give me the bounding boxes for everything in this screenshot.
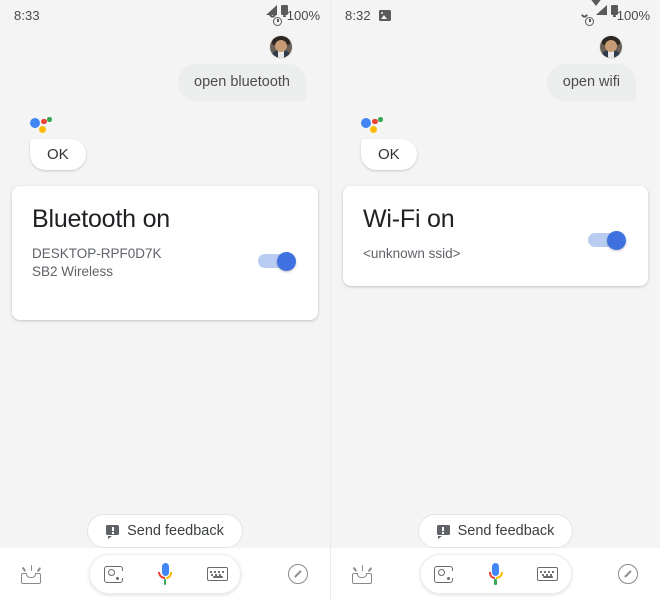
send-feedback-label: Send feedback xyxy=(127,523,224,539)
battery-percent-label: 100% xyxy=(616,7,650,23)
user-message-row: open bluetooth xyxy=(12,64,318,102)
bluetooth-toggle[interactable] xyxy=(258,252,296,272)
lens-icon xyxy=(103,565,124,583)
assistant-dots-icon xyxy=(30,117,60,137)
wifi-toggle[interactable] xyxy=(588,231,626,251)
compass-icon xyxy=(618,564,638,584)
avatar[interactable] xyxy=(600,36,622,58)
dual-screenshot-container: 8:33 100% open bluetooth OK Bluetooth on… xyxy=(0,0,660,600)
keyboard-icon xyxy=(537,567,558,581)
feedback-area: Send feedback xyxy=(0,514,330,548)
status-bar: 8:32 100% xyxy=(331,0,660,30)
mic-button[interactable] xyxy=(148,557,182,591)
image-icon xyxy=(378,9,391,21)
card-subtitle-line2: SB2 Wireless xyxy=(32,264,114,280)
avatar[interactable] xyxy=(270,36,292,58)
feedback-area: Send feedback xyxy=(331,514,660,548)
input-pill-container xyxy=(395,554,596,594)
status-right-icons: 100% xyxy=(265,4,320,26)
keyboard-button[interactable] xyxy=(531,557,565,591)
card-title: Bluetooth on xyxy=(32,205,170,234)
wifi-result-card[interactable]: Wi-Fi on <unknown ssid> xyxy=(343,186,648,287)
input-pill-container xyxy=(64,554,266,594)
assistant-input-pill xyxy=(89,554,241,594)
keyboard-button[interactable] xyxy=(200,557,234,591)
card-subtitle: DESKTOP-RPF0D7K SB2 Wireless xyxy=(32,245,232,281)
feedback-icon xyxy=(106,525,120,539)
conversation-area: open wifi OK xyxy=(331,30,660,171)
battery-percent-label: 100% xyxy=(286,7,320,23)
mic-icon xyxy=(157,563,173,585)
assistant-input-pill xyxy=(419,554,572,594)
mic-button[interactable] xyxy=(479,557,513,591)
status-clock: 8:33 xyxy=(14,7,40,23)
card-subtitle: <unknown ssid> xyxy=(363,245,563,263)
status-right-icons: 100% xyxy=(581,0,650,26)
send-feedback-button[interactable]: Send feedback xyxy=(417,514,574,548)
snapshot-button[interactable] xyxy=(0,564,64,584)
status-clock: 8:32 xyxy=(345,7,371,23)
bottom-nav-bar xyxy=(331,548,660,600)
phone-screen-wifi: 8:32 100% open wifi OK Wi-Fi on <unknown… xyxy=(330,0,660,600)
card-subtitle-line1: <unknown ssid> xyxy=(363,245,461,261)
avatar-row xyxy=(343,30,648,58)
assistant-reply-bubble: OK xyxy=(361,139,417,171)
assistant-reply-bubble: OK xyxy=(30,139,86,171)
conversation-area: open bluetooth OK xyxy=(0,30,330,171)
feedback-icon xyxy=(436,525,450,539)
assistant-reply-row: OK xyxy=(30,139,318,171)
snapshot-icon xyxy=(21,564,43,584)
status-left-icons xyxy=(378,9,391,21)
keyboard-icon xyxy=(206,567,228,581)
assistant-dots-icon xyxy=(361,117,391,137)
explore-button[interactable] xyxy=(266,564,330,584)
avatar-row xyxy=(12,30,318,58)
lens-button[interactable] xyxy=(96,557,130,591)
snapshot-icon xyxy=(352,564,374,584)
explore-button[interactable] xyxy=(596,564,660,584)
lens-button[interactable] xyxy=(427,557,461,591)
user-query-bubble: open bluetooth xyxy=(178,64,306,102)
compass-icon xyxy=(288,564,308,584)
lens-icon xyxy=(434,565,454,583)
user-message-row: open wifi xyxy=(343,64,648,102)
send-feedback-label: Send feedback xyxy=(457,523,555,539)
card-subtitle-line1: DESKTOP-RPF0D7K xyxy=(32,245,162,261)
bottom-nav-bar xyxy=(0,548,330,600)
card-title: Wi-Fi on xyxy=(363,205,455,234)
send-feedback-button[interactable]: Send feedback xyxy=(87,514,243,548)
assistant-reply-row: OK xyxy=(361,139,648,171)
phone-screen-bluetooth: 8:33 100% open bluetooth OK Bluetooth on… xyxy=(0,0,330,600)
user-query-bubble: open wifi xyxy=(546,64,636,102)
status-bar: 8:33 100% xyxy=(0,0,330,30)
snapshot-button[interactable] xyxy=(331,564,395,584)
mic-icon xyxy=(488,563,504,585)
bluetooth-result-card[interactable]: Bluetooth on DESKTOP-RPF0D7K SB2 Wireles… xyxy=(12,186,318,321)
